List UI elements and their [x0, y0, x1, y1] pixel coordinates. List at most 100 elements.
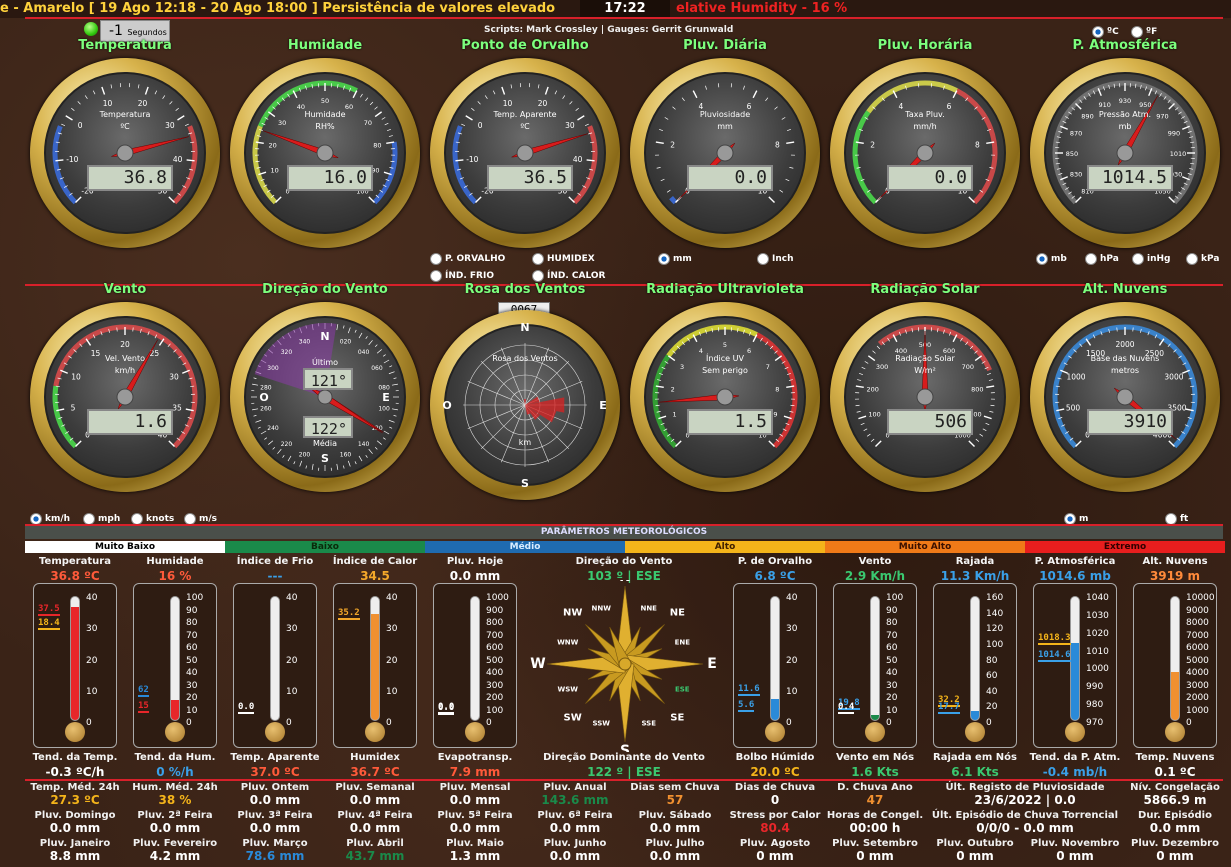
thermo-tube	[770, 596, 780, 721]
thermo-tick-label: 1000	[1186, 705, 1209, 716]
thermo-max-marker: 11.6	[738, 683, 760, 696]
direction-cardinal-label: S	[321, 452, 329, 465]
gauge-tick	[692, 90, 698, 99]
dew-option-humidex[interactable]: HUMIDEX	[532, 253, 595, 265]
gauge-cloudbase: 05001000150020002500300035004000Base das…	[1030, 302, 1220, 492]
gauge-tick	[655, 141, 664, 144]
direction-tick	[365, 336, 368, 340]
gauge-tick-label: 20	[120, 340, 130, 349]
thermo-tick-label: 7000	[1186, 630, 1209, 641]
stat-value: 27.3 ºC	[50, 793, 100, 807]
unit-celsius-radio[interactable]: ºC	[1092, 26, 1119, 38]
scale-band-4: Muito Alto	[825, 541, 1025, 553]
thermo-bottom-value: 36.7 ºC	[350, 765, 400, 779]
direction-tick	[382, 354, 386, 357]
gauge-tick	[84, 95, 88, 99]
gauge-dial: 8108308508708909109309509709901010103010…	[1052, 80, 1198, 205]
rain-unit-mm[interactable]: mm	[658, 253, 692, 265]
thermo-min-marker: 0.4	[838, 702, 855, 714]
direction-tick	[358, 332, 363, 339]
compass-point-label: N	[619, 580, 631, 585]
gauge-hub	[116, 144, 134, 162]
thermometer: 1000 900 800 700 600 500 400 300 200 100 0 0.0 0.0	[433, 583, 517, 748]
compass-point-label: S	[620, 743, 630, 752]
stat-value: 0	[770, 793, 780, 807]
press-unit-hpa[interactable]: hPa	[1085, 253, 1119, 265]
thermo-tube	[1070, 596, 1080, 721]
gauge-tick-label: 20	[269, 142, 277, 150]
thermo-tick-label: 40	[86, 593, 98, 603]
stat-value: 0 mm	[856, 849, 894, 863]
thermo-bottom-title: Tend. da Temp.	[32, 752, 118, 763]
thermo-bottom-title: Bolbo Húmido	[735, 752, 815, 763]
unit-fahrenheit-radio[interactable]: ºF	[1131, 26, 1157, 38]
direction-degree-label: 100	[378, 405, 390, 412]
gauge-tick-label: 10	[103, 99, 113, 108]
thermo-tick-label: 60	[186, 643, 198, 653]
dew-option-calor[interactable]: ÍND. CALOR	[532, 270, 605, 282]
compass-point-label: ENE	[675, 638, 691, 646]
gauge-tick	[75, 440, 82, 447]
thermo-tick-label: 40	[186, 668, 198, 678]
thermo-min-marker: 5.6	[738, 700, 755, 713]
compass-point-label: WNW	[557, 638, 579, 646]
thermo-tick-label: 1000	[486, 593, 509, 603]
press-unit-inhg[interactable]: inHg	[1132, 253, 1170, 265]
thermo-bulb	[65, 722, 85, 742]
thermo-tick-label: 30	[386, 624, 398, 635]
compass-point-label: NE	[670, 608, 685, 619]
gauge-title: Humidade	[287, 38, 363, 53]
thermo-tick-label: 0	[86, 718, 92, 728]
direction-tick	[255, 419, 262, 423]
gauge-tick	[876, 345, 881, 350]
wind-rose-spoke	[480, 360, 526, 406]
gauge-tick-label: 930	[1119, 97, 1131, 105]
stat-value: 0.0 mm	[349, 793, 401, 807]
ticker-text-left: e - Amarelo [ 19 Ago 12:18 - 20 Ago 18:0…	[0, 1, 556, 16]
direction-tick	[336, 324, 339, 331]
gauge-tick-label: 40	[173, 155, 183, 164]
stat-value: 0.0 mm	[249, 793, 301, 807]
gauge-tick	[365, 97, 369, 102]
ticker-text-right: elative Humidity - 16 %	[676, 1, 848, 16]
gauge-tick	[774, 106, 778, 110]
stat-label: Pluv. Maio	[446, 838, 504, 849]
direction-tick	[354, 461, 357, 465]
compass-bottom-value: 122 º | ESE	[587, 765, 661, 779]
gauge-solar: 01002003004005006007008009001000Radiação…	[830, 302, 1020, 492]
thermo-max-marker: 62	[138, 684, 149, 697]
thermo-tick-label: 140	[986, 608, 1004, 619]
press-unit-kpa[interactable]: kPa	[1186, 253, 1219, 265]
gauge-tick-label: 8	[775, 386, 779, 394]
gauge-2: -20-1001020304050Temp. AparenteºC36.5	[430, 58, 620, 248]
thermo-tick-label: 990	[1086, 682, 1104, 693]
thermo-fill	[71, 606, 79, 720]
direction-degree-label: 280	[260, 385, 272, 392]
thermo-tick-label: 8000	[1186, 618, 1209, 628]
thermo-tick-label: 90	[186, 605, 198, 616]
stat-label: Pluv. Março	[242, 838, 308, 849]
dew-option-frio[interactable]: ÍND. FRIO	[430, 270, 494, 282]
thermo-tick-label: 80	[986, 655, 998, 666]
thermo-tick-label: 400	[486, 668, 504, 678]
thermo-tube	[370, 596, 380, 721]
gauge-dial: 0246810	[655, 83, 795, 205]
thermo-bulb	[765, 722, 785, 742]
dew-option-orvalho[interactable]: P. ORVALHO	[430, 253, 505, 265]
thermo-tick-label: 1000	[1086, 664, 1109, 675]
rain-unit-inch[interactable]: Inch	[757, 253, 794, 265]
gauge-wind-direction: NESO020040060080100120140160200220240260…	[230, 302, 420, 492]
direction-cardinal-label: E	[382, 391, 390, 404]
thermo-bottom-value: 37.0 ºC	[250, 765, 300, 779]
thermo-tick-label: 100	[986, 639, 1004, 650]
gauge-tick-label: 500	[1066, 403, 1081, 412]
gauge-tick-label: 9	[773, 410, 777, 418]
gauge-tick	[681, 97, 685, 102]
gauge-tick-label: 10	[270, 166, 278, 174]
thermo-tick-label: 50	[886, 655, 898, 666]
direction-tick	[389, 426, 393, 429]
gauge-unit: metros	[1110, 366, 1140, 375]
gauge-lcd: 1014.5	[1087, 165, 1173, 191]
thermo-bulb	[1065, 722, 1085, 742]
press-unit-mb[interactable]: mb	[1036, 253, 1067, 265]
